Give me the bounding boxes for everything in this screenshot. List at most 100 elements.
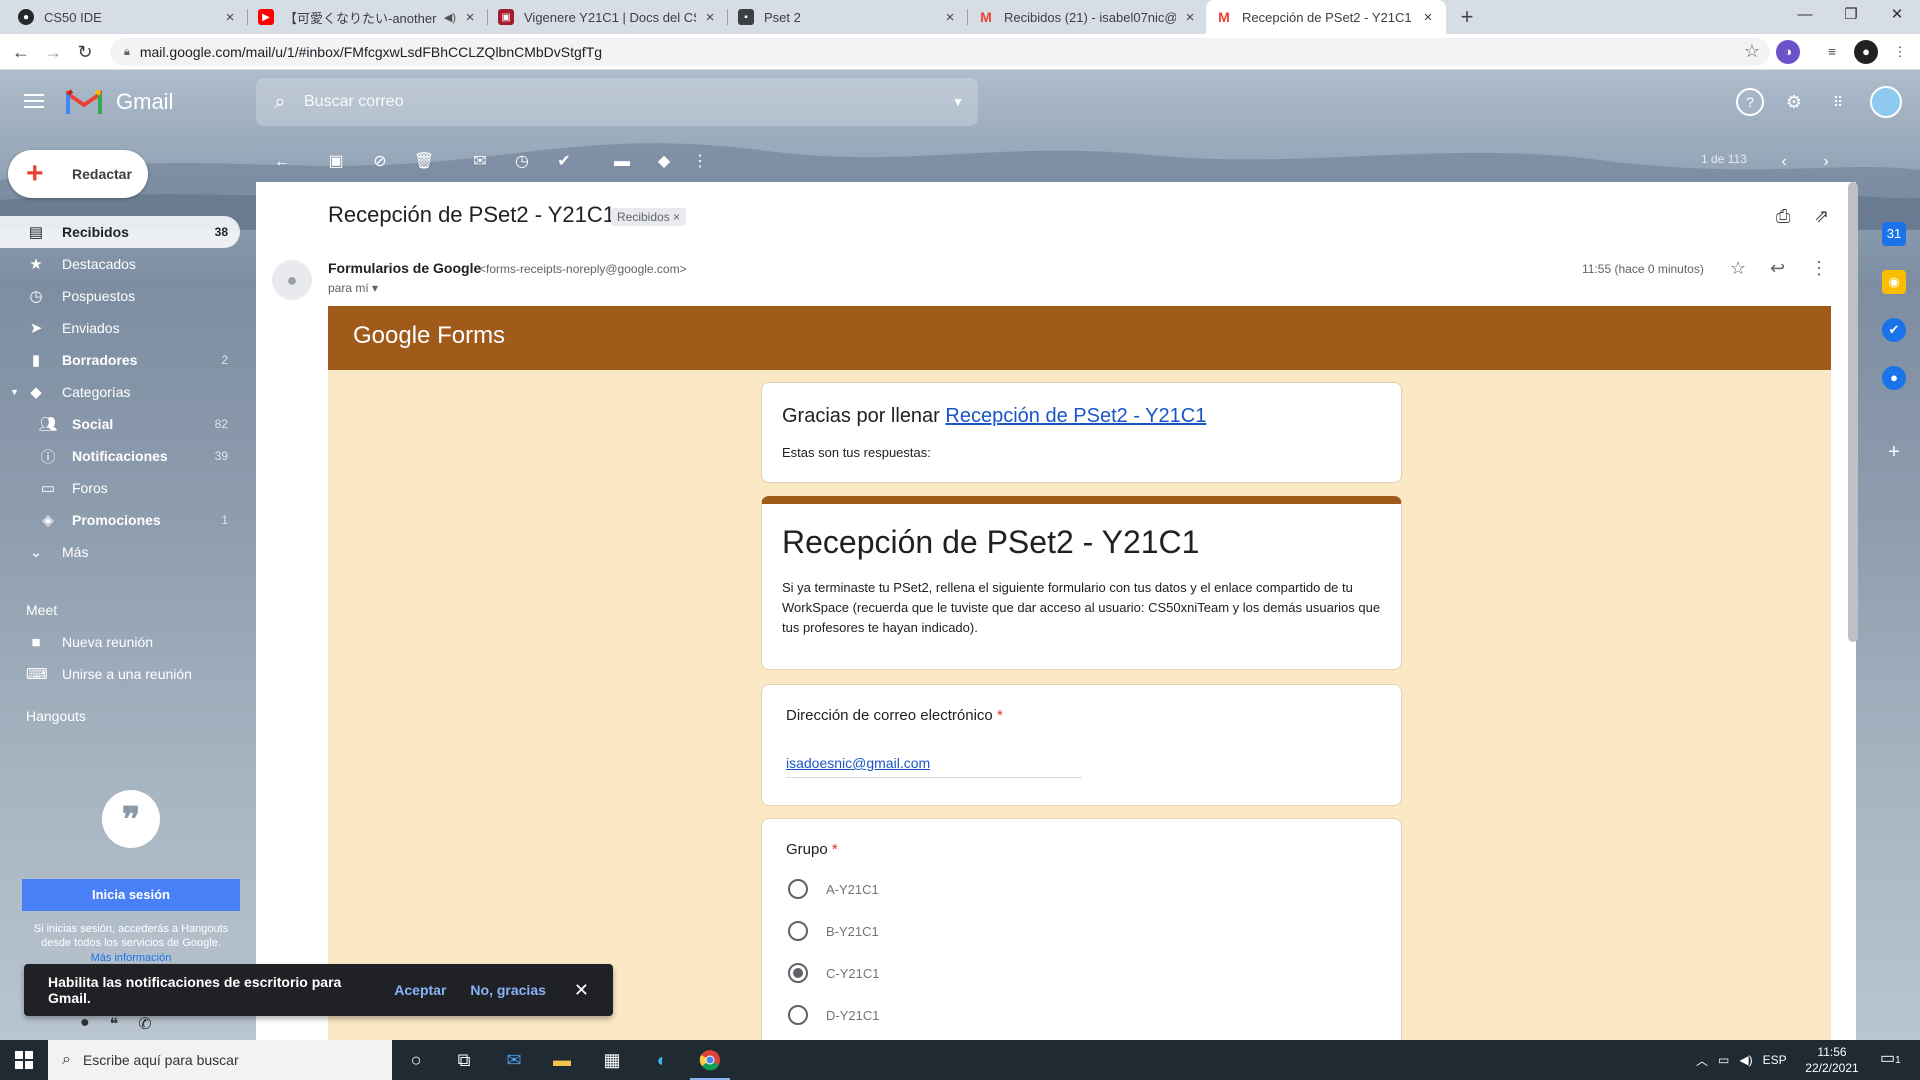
add-task-icon[interactable]: ✔ (550, 148, 578, 176)
windows-start-button[interactable] (0, 1040, 48, 1080)
more-options-icon[interactable]: ⋮ (1810, 258, 1828, 279)
task-view-icon[interactable]: ⧉ (450, 1046, 478, 1074)
close-tab-icon[interactable]: × (1182, 9, 1198, 26)
delete-icon[interactable]: 🗑︎ (410, 148, 438, 176)
close-tab-icon[interactable]: × (702, 9, 718, 26)
input-language[interactable]: ESP (1763, 1053, 1787, 1067)
remove-label-icon[interactable]: × (673, 210, 680, 224)
search-options-icon[interactable]: ▼ (938, 95, 978, 109)
inbox-label-chip[interactable]: Recibidos × (611, 208, 687, 226)
move-to-icon[interactable]: ▬ (608, 148, 636, 176)
calendar-icon[interactable]: 31 (1882, 222, 1906, 246)
close-tab-icon[interactable]: × (942, 9, 958, 26)
sidebar-item-sent[interactable]: ➤ Enviados (0, 312, 240, 344)
newer-chevron-icon[interactable]: ‹ (1770, 148, 1798, 176)
archive-icon[interactable]: ▣ (322, 148, 350, 176)
meet-join-meeting[interactable]: ⌨ Unirse a una reunión (0, 658, 240, 690)
search-icon[interactable]: ⌕ (256, 91, 304, 114)
taskbar-search[interactable]: ⌕ Escribe aquí para buscar (48, 1040, 392, 1080)
show-hidden-icons-icon[interactable]: ︿ (1696, 1052, 1708, 1069)
sidebar-item-inbox[interactable]: ▤ Recibidos 38 (0, 216, 240, 248)
address-bar[interactable]: 🔒︎ mail.google.com/mail/u/1/#inbox/FMfcg… (110, 38, 1770, 66)
browser-tab[interactable]: ▶ 【可愛くなりたい-another story ◀) × (248, 0, 488, 34)
open-in-new-window-icon[interactable]: ⇗ (1814, 206, 1829, 227)
search-bar[interactable]: ⌕ Buscar correo ▼ (256, 78, 978, 126)
action-center-icon[interactable]: ▭1 (1880, 1048, 1901, 1068)
person-icon[interactable]: ● (80, 1014, 90, 1034)
hangouts-signin-button[interactable]: Inicia sesión (22, 879, 240, 911)
close-icon[interactable]: ✕ (574, 980, 589, 1001)
hangouts-more-info-link[interactable]: Más información (22, 952, 240, 964)
forward-arrow-icon[interactable]: → (40, 39, 66, 65)
sidebar-item-snoozed[interactable]: ◷ Pospuestos (0, 280, 240, 312)
help-icon[interactable]: ? (1736, 88, 1764, 116)
settings-gear-icon[interactable]: ⚙ (1780, 88, 1808, 116)
keep-icon[interactable]: ◉ (1882, 270, 1906, 294)
tasks-icon[interactable]: ✔ (1882, 318, 1906, 342)
edge-icon[interactable]: ◐ (648, 1046, 676, 1074)
star-icon[interactable]: ☆ (1730, 258, 1746, 279)
sidebar-item-social[interactable]: 👥︎ Social 82 (0, 408, 240, 440)
add-addon-icon[interactable]: + (1882, 440, 1906, 464)
print-icon[interactable]: ⎙ (1776, 206, 1790, 227)
browser-tab[interactable]: M Recibidos (21) - isabel07nic@gm × (968, 0, 1208, 34)
reply-icon[interactable]: ↩ (1770, 258, 1785, 279)
mail-app-icon[interactable]: ✉ (500, 1046, 528, 1074)
browser-tab[interactable]: ● CS50 IDE × (8, 0, 248, 34)
contacts-icon[interactable]: ● (1882, 366, 1906, 390)
sidebar-item-promotions[interactable]: ◈ Promociones 1 (0, 504, 240, 536)
form-link[interactable]: Recepción de PSet2 - Y21C1 (945, 405, 1206, 427)
sidebar-item-drafts[interactable]: ▮ Borradores 2 (0, 344, 240, 376)
main-menu-icon[interactable] (22, 90, 46, 114)
minimize-window-button[interactable]: — (1782, 0, 1828, 30)
recipient-details[interactable]: para mí ▾ (328, 281, 378, 295)
reload-icon[interactable]: ↻ (72, 39, 98, 65)
network-icon[interactable]: ▭ (1718, 1053, 1729, 1067)
report-spam-icon[interactable]: ⊘ (366, 148, 394, 176)
gmail-logo[interactable]: Gmail (66, 88, 173, 116)
store-icon[interactable]: ▦ (598, 1046, 626, 1074)
scrollbar-thumb[interactable] (1848, 182, 1858, 642)
browser-tab[interactable]: ▣ Vigenere Y21C1 | Docs del CS50x × (488, 0, 728, 34)
sidebar-item-starred[interactable]: ★ Destacados (0, 248, 240, 280)
hangouts-icon[interactable]: ❝ (110, 1014, 119, 1034)
browser-menu-icon[interactable]: ⋮ (1888, 40, 1912, 64)
sidebar-item-more[interactable]: ⌄ Más (0, 536, 240, 568)
snooze-icon[interactable]: ◷ (508, 148, 536, 176)
account-avatar[interactable] (1870, 86, 1902, 118)
profile-avatar[interactable]: ● (1854, 40, 1878, 64)
label-icon[interactable]: ◆ (650, 148, 678, 176)
close-window-button[interactable]: ✕ (1874, 0, 1920, 30)
extension-icon[interactable]: ◑ (1776, 40, 1800, 64)
mark-unread-icon[interactable]: ✉ (466, 148, 494, 176)
close-tab-icon[interactable]: × (222, 9, 238, 26)
older-chevron-icon[interactable]: › (1812, 148, 1840, 176)
media-control-icon[interactable]: ≡ (1820, 40, 1844, 64)
search-input[interactable]: Buscar correo (304, 93, 938, 111)
close-tab-icon[interactable]: × (462, 9, 478, 26)
email-answer[interactable]: isadoesnic@gmail.com (786, 755, 1082, 778)
browser-tab[interactable]: ▪ Pset 2 × (728, 0, 968, 34)
message-scrollbar[interactable] (1848, 182, 1858, 1040)
file-explorer-icon[interactable]: ▬ (548, 1046, 576, 1074)
sidebar-item-categories[interactable]: ▼ ◆ Categorías (0, 376, 240, 408)
back-to-inbox-icon[interactable]: ← (268, 148, 296, 176)
back-arrow-icon[interactable]: ← (8, 39, 34, 65)
volume-icon[interactable]: ◀) (1739, 1053, 1752, 1067)
meet-new-meeting[interactable]: ■ Nueva reunión (0, 626, 240, 658)
cortana-icon[interactable]: ○ (402, 1046, 430, 1074)
phone-icon[interactable]: ✆ (138, 1014, 151, 1034)
compose-button[interactable]: + Redactar (8, 150, 148, 198)
new-tab-button[interactable]: + (1454, 4, 1480, 30)
more-options-icon[interactable]: ⋮ (686, 148, 714, 176)
apps-grid-icon[interactable]: ⠿ (1824, 88, 1852, 116)
browser-tab-active[interactable]: M Recepción de PSet2 - Y21C1 - isa × (1206, 0, 1446, 34)
speaker-icon[interactable]: ◀) (444, 11, 456, 24)
sidebar-item-updates[interactable]: ⓘ Notificaciones 39 (0, 440, 240, 472)
sidebar-item-forums[interactable]: ▭ Foros (0, 472, 240, 504)
toast-accept-button[interactable]: Aceptar (394, 982, 446, 998)
bookmark-star-icon[interactable]: ☆ (1744, 41, 1760, 62)
chrome-icon[interactable] (690, 1046, 730, 1080)
close-tab-icon[interactable]: × (1420, 9, 1436, 26)
maximize-window-button[interactable]: ❐ (1828, 0, 1874, 30)
